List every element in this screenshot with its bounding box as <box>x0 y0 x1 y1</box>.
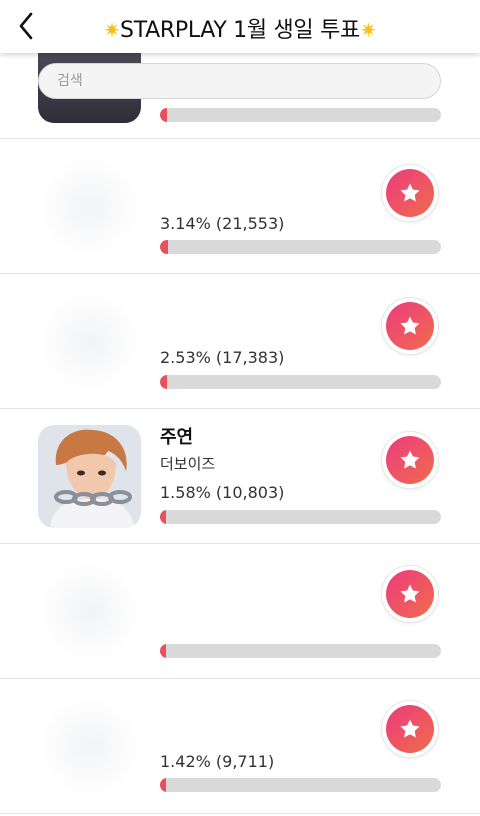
page-title-text: STARPLAY 1월 생일 투표 <box>120 18 360 43</box>
candidate-portrait <box>38 425 141 528</box>
vote-stat: 1.42% (9,711) <box>160 752 275 771</box>
vote-progress-fill <box>160 108 167 122</box>
vote-progress-bar <box>160 108 441 122</box>
vote-button[interactable] <box>382 298 438 354</box>
vote-progress-fill <box>160 240 168 254</box>
vote-progress-bar <box>160 375 441 389</box>
list-item: 2.53% (17,383) <box>0 274 480 409</box>
vote-stat: 2.53% (17,383) <box>160 348 285 367</box>
star-icon <box>400 316 420 335</box>
candidate-photo <box>38 560 141 663</box>
search-bar <box>38 63 441 99</box>
vote-progress-bar <box>160 644 441 658</box>
vote-button[interactable] <box>382 165 438 221</box>
star-icon <box>400 719 420 738</box>
list-item: 3.14% (21,553) <box>0 139 480 274</box>
vote-button[interactable] <box>382 566 438 622</box>
vote-progress-fill <box>160 375 167 389</box>
candidate-list: 3.14% (21,553) 2.53% (17,383) 주연 더보이즈 1.… <box>0 0 480 816</box>
vote-button[interactable] <box>382 701 438 757</box>
star-icon <box>400 584 420 603</box>
list-item: 주연 더보이즈 1.58% (10,803) <box>0 409 480 544</box>
vote-stat: 1.58% (10,803) <box>160 483 285 502</box>
candidate-photo <box>38 290 141 393</box>
list-item <box>0 544 480 679</box>
list-item: 1.42% (9,711) <box>0 679 480 814</box>
candidate-name: 주연 <box>160 427 194 448</box>
vote-progress-fill <box>160 644 166 658</box>
vote-button[interactable] <box>382 432 438 488</box>
vote-stat: 3.14% (21,553) <box>160 214 285 233</box>
search-input[interactable] <box>38 63 441 99</box>
vote-progress-bar <box>160 778 441 792</box>
app-header: ✷STARPLAY 1월 생일 투표✷ <box>0 0 480 53</box>
candidate-photo <box>38 425 141 528</box>
candidate-photo <box>38 155 141 258</box>
page-title: ✷STARPLAY 1월 생일 투표✷ <box>0 12 480 44</box>
vote-progress-fill <box>160 778 166 792</box>
star-icon <box>400 183 420 202</box>
vote-progress-bar <box>160 510 441 524</box>
vote-progress-fill <box>160 510 166 524</box>
sparkle-icon: ✷ <box>103 18 121 42</box>
sparkle-icon: ✷ <box>359 18 377 42</box>
vote-progress-bar <box>160 240 441 254</box>
candidate-group: 더보이즈 <box>160 455 216 473</box>
candidate-photo <box>38 695 141 798</box>
star-icon <box>400 450 420 469</box>
